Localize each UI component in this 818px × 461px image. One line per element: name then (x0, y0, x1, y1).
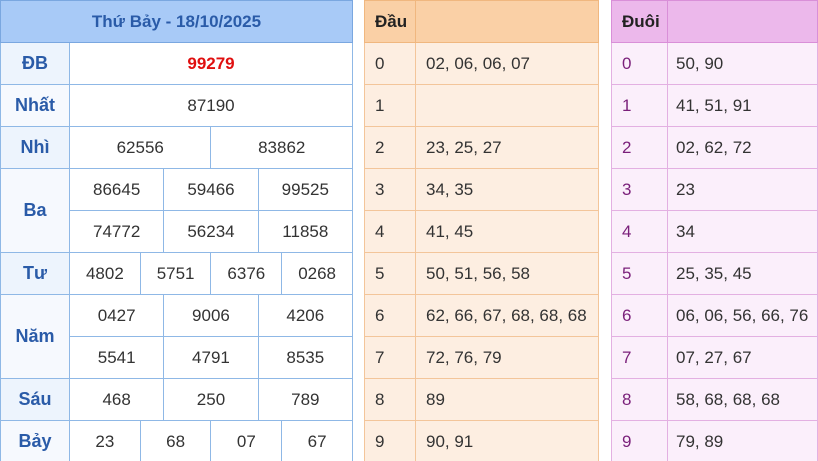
duoi-values: 79, 89 (667, 420, 818, 461)
prize-tu-number: 4802 (69, 252, 141, 295)
duoi-key: 5 (611, 252, 668, 295)
duoi-key: 2 (611, 126, 668, 169)
dau-key: 5 (364, 252, 416, 295)
duoi-panel: Đuôi 0 50, 90 1 41, 51, 91 2 02, 62, 72 3 23… (611, 0, 818, 461)
prize-sau-number: 468 (68, 378, 165, 421)
results-panel: Thứ Bảy - 18/10/2025 ĐB 99279 Nhất 87190… (0, 0, 354, 461)
prize-label-nam: Năm (0, 294, 70, 379)
dau-values: 02, 06, 06, 07 (415, 42, 599, 85)
duoi-key: 7 (611, 336, 668, 379)
dau-key: 6 (364, 294, 416, 337)
results-table: Thứ Bảy - 18/10/2025 ĐB 99279 Nhất 87190… (0, 0, 354, 461)
prize-label-sau: Sáu (0, 378, 70, 421)
dau-values (415, 84, 599, 127)
prize-nhat-number: 87190 (69, 84, 353, 127)
dau-header-blank (415, 0, 599, 43)
dau-key: 1 (364, 84, 416, 127)
prize-label-bay: Bảy (0, 420, 70, 461)
duoi-header: Đuôi (611, 0, 668, 43)
dau-key: 9 (364, 420, 416, 461)
duoi-key: 9 (611, 420, 668, 461)
dau-table: Đầu 0 02, 06, 06, 07 1 2 23, 25, 27 3 34, 3… (364, 0, 599, 461)
prize-ba-number: 99525 (257, 168, 354, 211)
duoi-values: 06, 06, 56, 66, 76 (667, 294, 818, 337)
prize-sau-number: 789 (257, 378, 354, 421)
duoi-header-blank (667, 0, 818, 43)
prize-ba-number: 59466 (163, 168, 259, 211)
duoi-values: 34 (667, 210, 818, 253)
dau-panel: Đầu 0 02, 06, 06, 07 1 2 23, 25, 27 3 34, 3… (364, 0, 599, 461)
prize-ba-number: 11858 (257, 210, 354, 253)
duoi-values: 23 (667, 168, 818, 211)
duoi-values: 50, 90 (667, 42, 818, 85)
prize-tu-number: 6376 (210, 252, 283, 295)
dau-values: 62, 66, 67, 68, 68, 68 (415, 294, 599, 337)
prize-label-tu: Tư (0, 252, 70, 295)
prize-label-db: ĐB (0, 42, 70, 85)
prize-tu-number: 5751 (139, 252, 212, 295)
dau-key: 2 (364, 126, 416, 169)
prize-ba-number: 74772 (68, 210, 165, 253)
prize-bay-number: 07 (210, 420, 283, 461)
results-date-header: Thứ Bảy - 18/10/2025 (0, 0, 353, 43)
duoi-values: 02, 62, 72 (667, 126, 818, 169)
dau-key: 3 (364, 168, 416, 211)
dau-values: 50, 51, 56, 58 (415, 252, 599, 295)
prize-nam-number: 5541 (68, 336, 165, 379)
prize-nhi-number: 83862 (210, 126, 353, 169)
duoi-values: 25, 35, 45 (667, 252, 818, 295)
prize-nhi-number: 62556 (68, 126, 212, 169)
duoi-table: Đuôi 0 50, 90 1 41, 51, 91 2 02, 62, 72 3 23… (611, 0, 818, 461)
prize-nam-number: 0427 (68, 294, 165, 337)
duoi-key: 8 (611, 378, 668, 421)
duoi-key: 3 (611, 168, 668, 211)
prize-nam-number: 4791 (163, 336, 259, 379)
dau-values: 89 (415, 378, 599, 421)
duoi-values: 41, 51, 91 (667, 84, 818, 127)
prize-db-number: 99279 (69, 42, 353, 85)
prize-tu-number: 0268 (281, 252, 353, 295)
prize-bay-number: 67 (281, 420, 353, 461)
dau-header: Đầu (364, 0, 416, 43)
duoi-values: 58, 68, 68, 68 (667, 378, 818, 421)
prize-ba-number: 86645 (68, 168, 165, 211)
duoi-key: 6 (611, 294, 668, 337)
dau-values: 41, 45 (415, 210, 599, 253)
dau-key: 0 (364, 42, 416, 85)
prize-ba-number: 56234 (163, 210, 259, 253)
prize-label-nhat: Nhất (0, 84, 70, 127)
prize-sau-number: 250 (163, 378, 259, 421)
duoi-key: 1 (611, 84, 668, 127)
prize-nam-number: 9006 (163, 294, 259, 337)
prize-nam-number: 4206 (257, 294, 354, 337)
dau-values: 23, 25, 27 (415, 126, 599, 169)
prize-bay-number: 23 (69, 420, 141, 461)
prize-label-ba: Ba (0, 168, 70, 253)
dau-values: 72, 76, 79 (415, 336, 599, 379)
dau-values: 34, 35 (415, 168, 599, 211)
prize-label-nhi: Nhì (0, 126, 70, 169)
prize-nam-number: 8535 (257, 336, 354, 379)
prize-bay-number: 68 (139, 420, 212, 461)
duoi-key: 0 (611, 42, 668, 85)
dau-key: 7 (364, 336, 416, 379)
dau-values: 90, 91 (415, 420, 599, 461)
duoi-values: 07, 27, 67 (667, 336, 818, 379)
duoi-key: 4 (611, 210, 668, 253)
dau-key: 8 (364, 378, 416, 421)
dau-key: 4 (364, 210, 416, 253)
